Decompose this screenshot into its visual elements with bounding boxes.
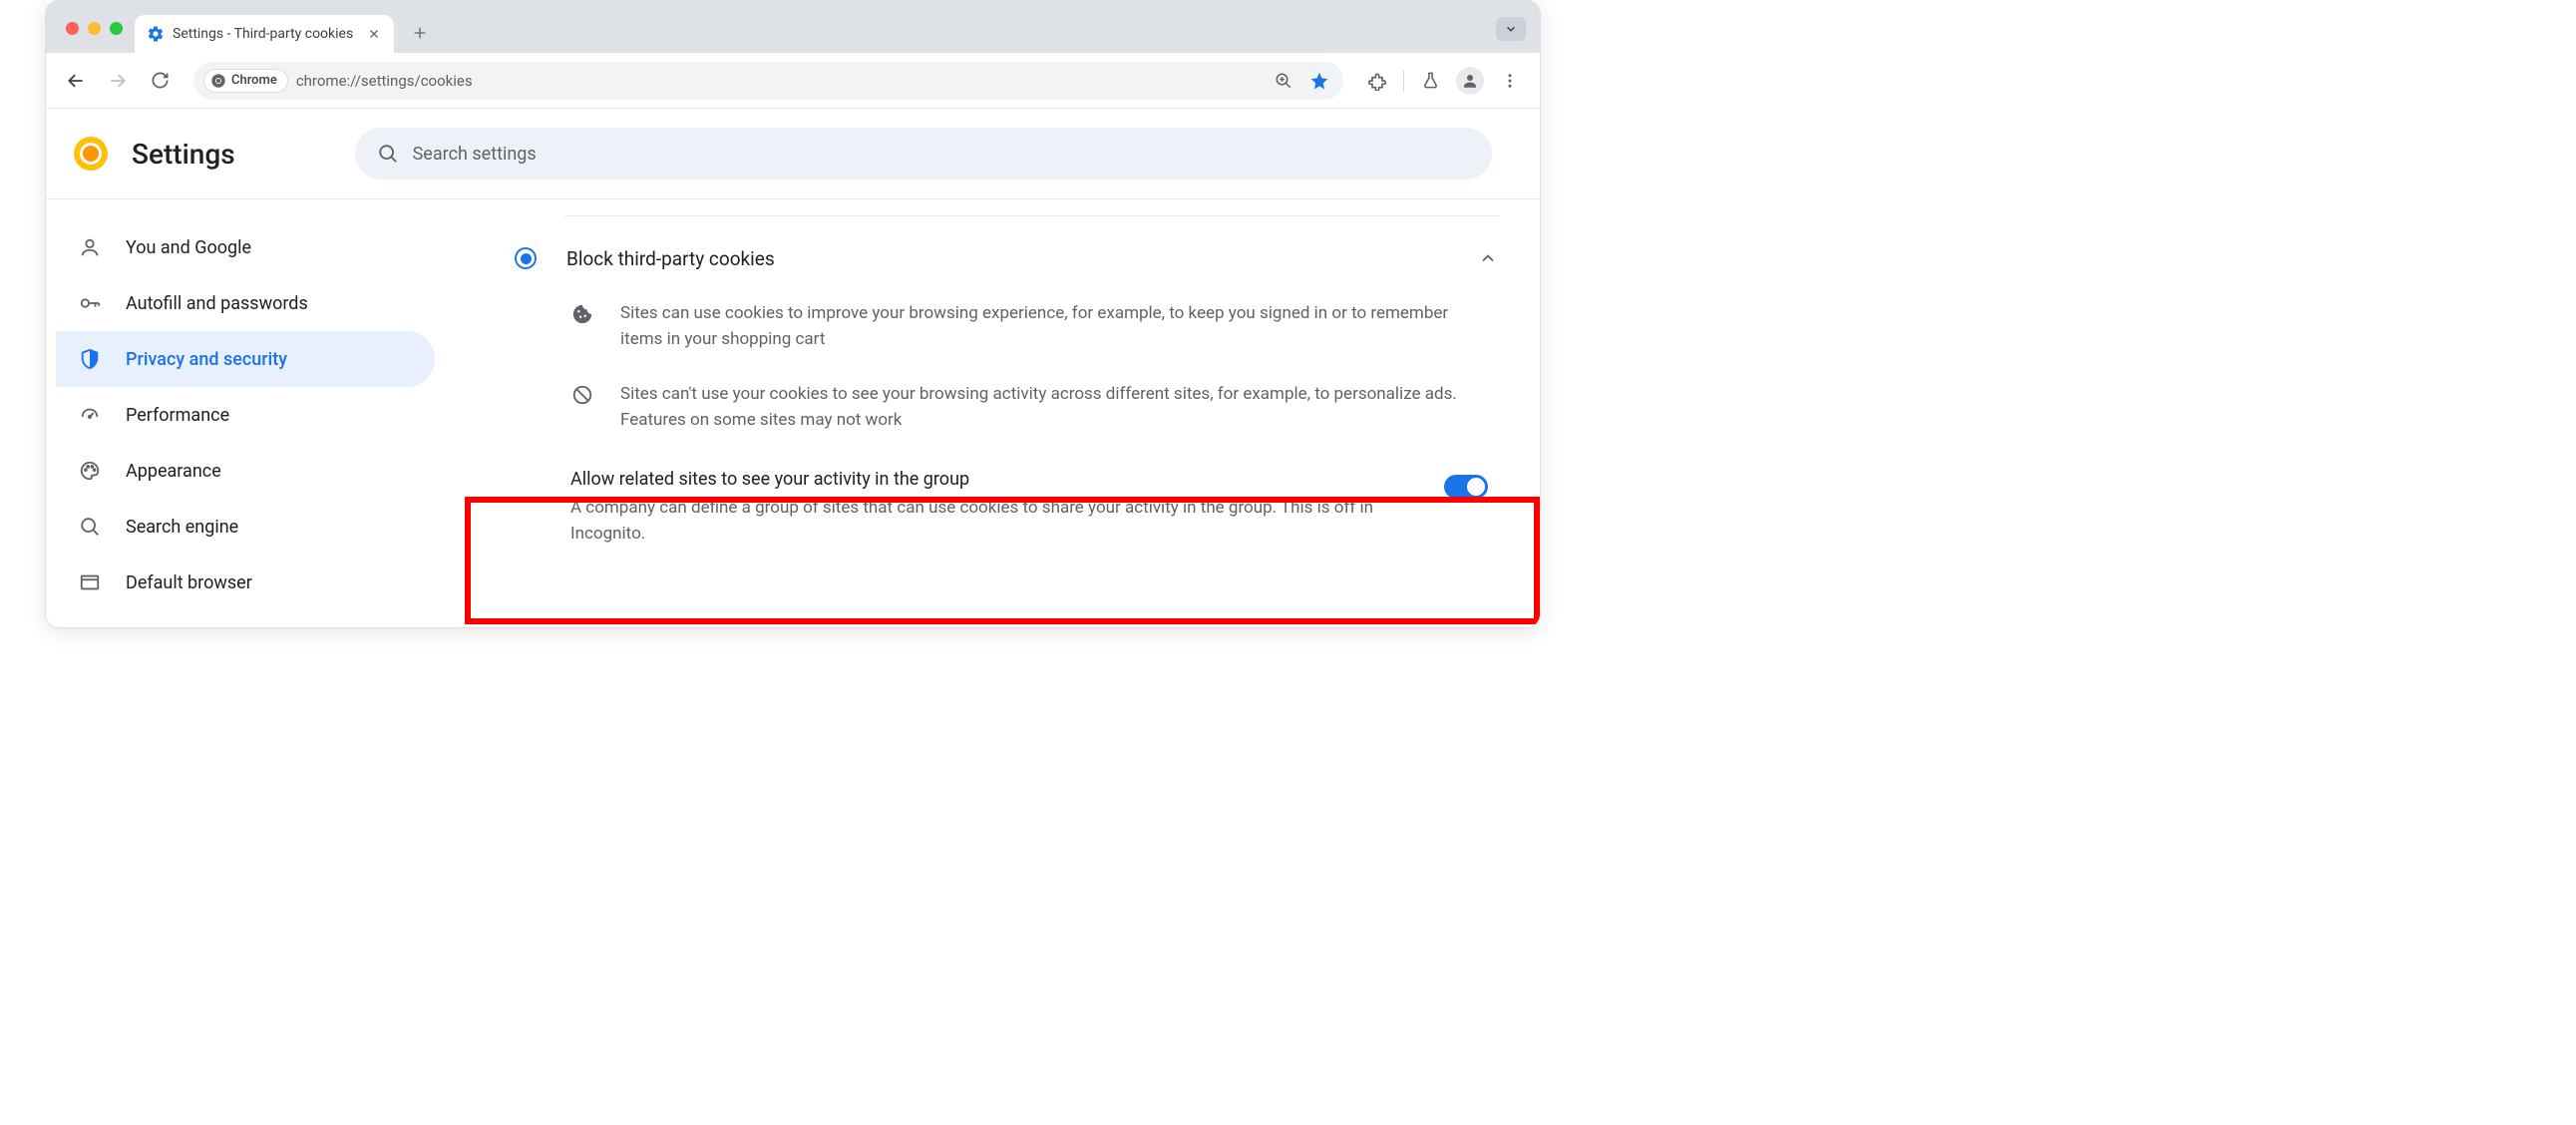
person-icon (78, 235, 102, 259)
back-button[interactable] (58, 63, 94, 99)
close-tab-button[interactable] (366, 26, 382, 42)
sidebar-item-label: You and Google (126, 237, 251, 258)
sidebar-item-autofill[interactable]: Autofill and passwords (56, 275, 435, 331)
extensions-icon[interactable] (1359, 63, 1395, 99)
collapse-button[interactable] (1476, 246, 1500, 270)
toggle-title: Allow related sites to see your activity… (570, 469, 1418, 490)
new-tab-button[interactable] (404, 17, 436, 49)
window-controls (60, 22, 135, 53)
sidebar-item-label: Default browser (126, 572, 252, 593)
menu-button[interactable] (1492, 63, 1528, 99)
sidebar-item-performance[interactable]: Performance (56, 387, 435, 443)
zoom-icon[interactable] (1270, 67, 1297, 95)
chrome-icon (210, 73, 226, 89)
settings-header: Settings Search settings (46, 109, 1540, 198)
forward-button[interactable] (100, 63, 136, 99)
sidebar-item-appearance[interactable]: Appearance (56, 443, 435, 499)
settings-favicon-icon (147, 25, 165, 43)
toggle-related-sites: Allow related sites to see your activity… (515, 447, 1500, 568)
sidebar-item-label: Autofill and passwords (126, 293, 308, 314)
url-text: chrome://settings/cookies (296, 72, 1262, 90)
bookmark-star-icon[interactable] (1305, 67, 1333, 95)
sidebar-item-search-engine[interactable]: Search engine (56, 499, 435, 555)
toolbar-actions (1359, 63, 1528, 99)
sidebar-item-you-and-google[interactable]: You and Google (56, 219, 435, 275)
info-row-blocked: Sites can't use your cookies to see your… (515, 367, 1500, 448)
divider (564, 215, 1500, 216)
sidebar-item-label: Search engine (126, 517, 238, 538)
search-icon (78, 515, 102, 539)
radio-label: Block third-party cookies (566, 247, 1446, 270)
tab-overflow-button[interactable] (1496, 17, 1526, 41)
radio-selected-icon (515, 247, 537, 269)
sidebar-item-label: Privacy and security (126, 349, 287, 370)
toolbar: Chrome chrome://settings/cookies (46, 53, 1540, 109)
maximize-window-button[interactable] (110, 22, 123, 35)
sidebar-item-label: Performance (126, 405, 229, 426)
minimize-window-button[interactable] (88, 22, 101, 35)
info-row-allowed: Sites can use cookies to improve your br… (515, 286, 1500, 367)
sidebar-item-privacy-security[interactable]: Privacy and security (56, 331, 435, 387)
avatar-icon (1456, 67, 1484, 95)
browser-tab[interactable]: Settings - Third-party cookies (135, 15, 394, 53)
radio-block-third-party-cookies[interactable]: Block third-party cookies (515, 230, 1500, 286)
browser-window: Settings - Third-party cookies Chrome (45, 0, 1541, 628)
sidebar: You and Google Autofill and passwords Pr… (46, 199, 455, 627)
shield-icon (78, 347, 102, 371)
search-settings-input[interactable]: Search settings (355, 128, 1492, 180)
reload-button[interactable] (142, 63, 178, 99)
close-window-button[interactable] (66, 22, 79, 35)
chip-label: Chrome (231, 73, 277, 88)
palette-icon (78, 459, 102, 483)
tab-title: Settings - Third-party cookies (173, 26, 358, 42)
page-title: Settings (132, 138, 235, 171)
search-icon (377, 143, 399, 165)
info-text: Sites can use cookies to improve your br… (620, 300, 1488, 353)
profile-button[interactable] (1452, 63, 1488, 99)
info-text: Sites can't use your cookies to see your… (620, 381, 1488, 434)
switch-thumb (1467, 478, 1485, 496)
browser-window-icon (78, 570, 102, 594)
sidebar-item-label: Appearance (126, 461, 221, 482)
toggle-description: A company can define a group of sites th… (570, 496, 1388, 547)
cookie-icon (570, 302, 594, 326)
labs-icon[interactable] (1412, 63, 1448, 99)
block-icon (570, 383, 594, 407)
tab-strip: Settings - Third-party cookies (46, 1, 1540, 53)
search-placeholder: Search settings (413, 144, 537, 165)
toolbar-separator (1403, 70, 1404, 92)
chrome-logo-icon (74, 137, 108, 171)
settings-body: You and Google Autofill and passwords Pr… (46, 198, 1540, 627)
speedometer-icon (78, 403, 102, 427)
site-chip[interactable]: Chrome (203, 69, 288, 93)
main-panel: Block third-party cookies Sites can use … (455, 199, 1540, 627)
sidebar-item-default-browser[interactable]: Default browser (56, 555, 435, 610)
key-icon (78, 291, 102, 315)
address-bar[interactable]: Chrome chrome://settings/cookies (193, 62, 1343, 100)
toggle-switch[interactable] (1444, 475, 1488, 499)
